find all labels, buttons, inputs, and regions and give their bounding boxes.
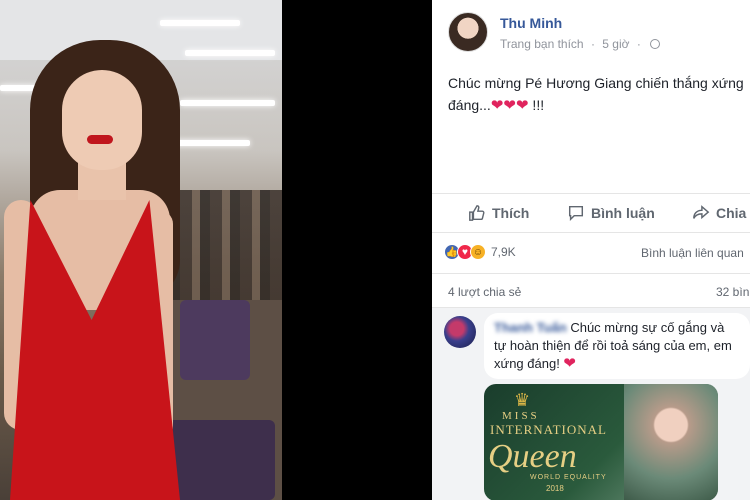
like-label: Thích [492,205,530,221]
share-icon [693,205,710,220]
comment-attached-image[interactable]: ♛ MISS INTERNATIONAL Queen WORLD EQUALIT… [484,384,718,500]
haha-reaction-icon: ☺ [470,244,486,260]
image-text-world-equality: WORLD EQUALITY [530,474,607,481]
comment-label: Bình luận [591,205,655,221]
post-text-prefix: đáng... [448,97,491,113]
comments-count[interactable]: 32 bìn [716,285,749,299]
post-header: Thu Minh Trang bạn thích · 5 giờ · [432,0,750,60]
image-person [624,384,718,500]
shares-row: 4 lượt chia sẻ 32 bìn [432,273,750,307]
post-actions-bar: Thích Bình luận Chia [432,193,750,233]
comment-icon [568,205,584,222]
comment-button[interactable]: Bình luận [567,204,655,222]
post-timestamp[interactable]: 5 giờ [602,37,629,51]
heart-icons: ❤❤❤ [490,97,529,114]
image-text-queen: Queen [488,438,577,475]
post-text-suffix: !!! [528,97,545,113]
comments-section: Thanh Tuấn Chúc mừng sự cố gắng và tự ho… [432,307,750,500]
image-text-year: 2018 [546,484,564,493]
post-text: Chúc mừng Pé Hương Giang chiến thắng xứn… [448,72,748,117]
image-text-international: INTERNATIONAL [490,422,607,437]
author-avatar[interactable] [448,12,488,52]
reaction-count: 7,9K [491,245,516,259]
photo-viewer-backdrop [282,0,432,500]
photo-suitcase [165,420,275,500]
post-meta: Trang bạn thích · 5 giờ · [500,37,661,51]
commenter-name[interactable]: Thanh Tuấn [494,320,567,335]
photo-ceiling-light [170,140,250,146]
shares-count[interactable]: 4 lượt chia sẻ [448,285,521,299]
photo-chair [180,300,250,380]
photo-ceiling-light [160,20,240,26]
globe-icon[interactable] [650,39,661,49]
like-button[interactable]: Thích [468,204,529,222]
comment-bubble: Thanh Tuấn Chúc mừng sự cố gắng và tự ho… [484,313,750,379]
heart-icon: ❤ [563,355,576,372]
reactions-summary[interactable]: 👍 ♥ ☺ 7,9K [444,244,516,260]
photo-ceiling-light [180,100,275,106]
separator-dot: · [590,37,595,51]
image-text-miss: MISS [502,410,540,422]
share-button[interactable]: Chia [692,204,746,222]
related-comments-filter[interactable]: Bình luận liên quan [641,246,744,260]
author-name[interactable]: Thu Minh [500,15,562,31]
post-text-line2: đáng...❤❤❤ !!! [448,94,748,117]
crown-icon: ♛ [514,390,531,410]
post-text-line1: Chúc mừng Pé Hương Giang chiến thắng xứn… [448,75,744,91]
separator-dot: · [636,37,641,51]
photo-lips [87,135,113,144]
page-liked-label: Trang bạn thích [500,37,584,51]
photo-face [62,70,142,170]
photo-ceiling-light [185,50,275,56]
post-photo[interactable] [0,0,282,500]
thumbs-up-icon [469,205,485,221]
share-label: Chia [716,205,747,221]
commenter-avatar[interactable] [444,316,476,348]
post-side-panel: Thu Minh Trang bạn thích · 5 giờ · Chúc … [432,0,750,500]
